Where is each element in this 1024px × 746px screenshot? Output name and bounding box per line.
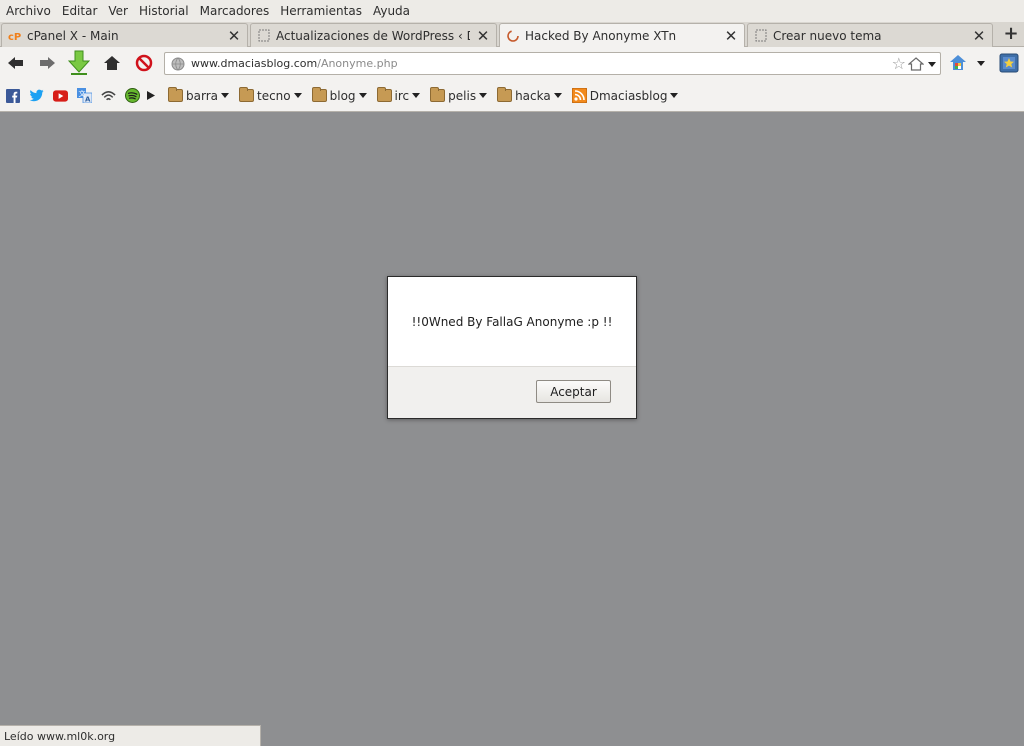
bookmark-folder-blog[interactable]: blog [311, 87, 367, 103]
page-icon [754, 29, 768, 43]
alert-footer: Aceptar [388, 366, 636, 418]
bookmarks-panel-icon [999, 53, 1019, 73]
svg-text:A: A [85, 96, 91, 104]
loading-icon [506, 29, 520, 43]
bookmark-folder-label: hacka [515, 88, 551, 103]
menu-herramientas[interactable]: Herramientas [280, 4, 362, 18]
bookmark-star-icon[interactable]: ☆ [892, 56, 906, 72]
url-path: /Anonyme.php [317, 57, 398, 70]
addon-dropdown[interactable] [970, 52, 988, 74]
url-domain: www.dmaciasblog.com [191, 57, 318, 70]
tab-strip: cP cPanel X - Main ✕ Actualizaciones de … [0, 22, 1024, 48]
svg-text:cP: cP [8, 32, 21, 42]
chevron-down-icon [220, 93, 229, 98]
forward-arrow-icon [40, 57, 55, 69]
new-tab-button[interactable]: + [999, 23, 1023, 47]
chevron-down-icon [928, 61, 936, 67]
bookmark-folder-label: irc [394, 88, 410, 103]
folder-icon [238, 87, 254, 102]
chevron-down-icon [553, 93, 562, 98]
chevron-down-icon [412, 93, 421, 98]
folder-icon [376, 87, 392, 102]
folder-icon [311, 87, 327, 102]
menu-archivo[interactable]: Archivo [6, 4, 51, 18]
navigation-bar: www.dmaciasblog.com/Anonyme.php ☆ [0, 47, 1024, 80]
menu-ver[interactable]: Ver [108, 4, 128, 18]
home-small-icon [908, 57, 924, 71]
back-arrow-icon [8, 57, 23, 69]
apps-icon [950, 55, 966, 70]
alert-message: !!0Wned By FallaG Anonyme :p !! [411, 314, 613, 329]
bookmark-folder-label: barra [186, 88, 218, 103]
menu-marcadores[interactable]: Marcadores [200, 4, 270, 18]
bookmarks-sidebar-button[interactable] [998, 52, 1020, 74]
close-tab-icon[interactable]: ✕ [972, 28, 986, 43]
url-bar[interactable]: www.dmaciasblog.com/Anonyme.php ☆ [164, 52, 941, 75]
cpanel-icon: cP [8, 29, 22, 43]
back-button[interactable] [5, 52, 27, 74]
bookmark-folder-label: tecno [256, 88, 291, 103]
translate-icon[interactable]: 文A [77, 88, 92, 103]
addon-button[interactable] [947, 52, 969, 74]
twitter-icon[interactable] [29, 88, 44, 103]
status-bar: Leído www.ml0k.org [0, 725, 261, 746]
close-tab-icon[interactable]: ✕ [227, 28, 241, 43]
bookmark-folder-tecno[interactable]: tecno [238, 87, 302, 103]
chevron-down-icon [293, 93, 302, 98]
tab-wordpress[interactable]: Actualizaciones de WordPress ‹ Dmaci... … [250, 23, 497, 47]
wifi-icon[interactable] [101, 88, 116, 103]
download-arrow-icon [68, 50, 90, 75]
folder-icon [430, 87, 446, 102]
bookmark-folder-label: pelis [448, 88, 477, 103]
menu-historial[interactable]: Historial [139, 4, 189, 18]
bookmarks-bar: 文A barra tecno blog irc pelis hacka Dmac… [0, 80, 1024, 112]
tab-cpanel[interactable]: cP cPanel X - Main ✕ [1, 23, 248, 47]
bookmark-folder-label: blog [329, 88, 356, 103]
chevron-down-icon [670, 93, 679, 98]
bookmark-folder-pelis[interactable]: pelis [430, 87, 488, 103]
tab-crear-tema[interactable]: Crear nuevo tema ✕ [747, 23, 993, 47]
ok-button[interactable]: Aceptar [536, 380, 611, 403]
forward-button[interactable] [36, 52, 58, 74]
bookmark-folder-irc[interactable]: irc [376, 87, 421, 103]
home-icon [104, 56, 120, 70]
tab-label: Actualizaciones de WordPress ‹ Dmaci... [276, 28, 470, 43]
globe-icon [171, 57, 185, 70]
chevron-down-icon [976, 60, 985, 66]
tab-label: cPanel X - Main [27, 28, 119, 43]
bookmark-folder-hacka[interactable]: hacka [497, 87, 562, 103]
page-icon [257, 29, 271, 43]
youtube-icon[interactable] [53, 88, 68, 103]
tab-label: Hacked By Anonyme XTn [525, 29, 677, 43]
stop-button[interactable] [133, 52, 155, 74]
chevron-down-icon [479, 93, 488, 98]
rss-feed-icon [571, 88, 587, 103]
close-tab-icon[interactable]: ✕ [724, 29, 738, 44]
menu-bar: Archivo Editar Ver Historial Marcadores … [0, 0, 1024, 22]
folder-icon [168, 87, 183, 102]
alert-dialog: !!0Wned By FallaG Anonyme :p !! Aceptar [387, 276, 637, 419]
menu-ayuda[interactable]: Ayuda [373, 4, 410, 18]
folder-icon [497, 87, 513, 102]
menu-editar[interactable]: Editar [62, 4, 98, 18]
spotify-icon[interactable] [125, 88, 140, 103]
tab-hacked[interactable]: Hacked By Anonyme XTn ✕ [499, 23, 745, 48]
url-dropdown[interactable] [908, 55, 936, 73]
page-content [0, 113, 1024, 746]
bookmark-feed-dmaciasblog[interactable]: Dmaciasblog [571, 88, 679, 103]
close-tab-icon[interactable]: ✕ [476, 28, 490, 43]
downloads-button[interactable] [68, 50, 90, 76]
bookmark-feed-label: Dmaciasblog [589, 88, 668, 103]
bookmark-folder-barra[interactable]: barra [168, 87, 229, 103]
chevron-down-icon [358, 93, 367, 98]
tab-label: Crear nuevo tema [773, 28, 882, 43]
home-button[interactable] [101, 52, 123, 74]
facebook-icon[interactable] [5, 88, 20, 103]
play-icon[interactable] [143, 88, 158, 103]
stop-icon [135, 54, 153, 72]
